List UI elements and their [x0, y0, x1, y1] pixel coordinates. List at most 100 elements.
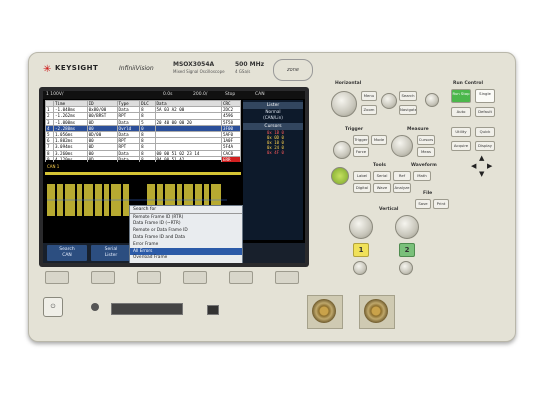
power-icon: ⏻ — [50, 303, 56, 310]
menu-item[interactable]: Remote or Data Frame ID — [130, 228, 242, 235]
section-horizontal: Horizontal — [335, 81, 362, 86]
run-stop-button[interactable]: Run Stop — [451, 89, 471, 103]
label-button[interactable]: Label — [353, 171, 371, 181]
serial-lister-table[interactable]: Time ID Type DLC Data CRC 1 -1.048ms 0x80/… — [44, 99, 242, 163]
channel-1-scale-knob[interactable] — [349, 215, 373, 239]
softkey-label-search[interactable]: Search CAN — [47, 245, 87, 261]
side-info-panel: Lister Normal (CAN/Lin) Cursors 0x 1B 0 … — [243, 100, 303, 240]
search-menu[interactable]: Search for Remote Frame ID (RTR) Data Fr… — [129, 205, 243, 263]
section-file: File — [423, 191, 433, 196]
section-trigger: Trigger — [345, 127, 364, 132]
sidepanel-title-cursors: Cursors — [243, 123, 303, 130]
status-channel: 1 100V/ — [46, 92, 64, 97]
keysight-logo-icon: ✳ — [43, 64, 52, 75]
display-bezel: 1 100V/ 0.0s 200.0/ Stop CAN Time ID Typ… — [39, 87, 309, 267]
softkey-4[interactable] — [183, 271, 207, 284]
display-button[interactable]: Display — [475, 141, 495, 151]
model-description: Mixed Signal Oscilloscope — [173, 69, 225, 74]
section-tools: Tools — [373, 163, 386, 168]
acquire-button[interactable]: Acquire — [451, 141, 471, 151]
status-timebase: 200.0/ — [193, 92, 208, 97]
navigate-down-icon[interactable]: ▼ — [479, 171, 484, 178]
math-button[interactable]: Math — [413, 171, 431, 181]
auto-scale-button[interactable]: Auto Scale — [451, 107, 471, 117]
channel-2-position-knob[interactable] — [399, 261, 413, 275]
default-setup-button[interactable]: Default Setup — [475, 107, 495, 117]
status-bar: 1 100V/ 0.0s 200.0/ Stop CAN — [43, 91, 305, 99]
section-vertical: Vertical — [379, 207, 399, 212]
print-button[interactable]: Print — [433, 199, 449, 209]
front-connector-strip: ⏻ — [29, 289, 515, 341]
analyze-button[interactable]: Analyze — [393, 183, 411, 193]
force-trigger-button[interactable]: Force — [353, 147, 369, 157]
channel-2-bnc-connector[interactable] — [364, 299, 388, 323]
menu-item[interactable]: Remote Frame ID (RTR) — [130, 214, 242, 221]
section-waveform: Waveform — [411, 163, 437, 168]
sidepanel-title-lister: Lister — [243, 102, 303, 109]
menu-item[interactable]: Data Frame ID and Data — [130, 234, 242, 241]
channel-1-position-knob[interactable] — [353, 261, 367, 275]
channel-2-button[interactable]: 2 — [399, 243, 415, 257]
oscilloscope-body: ✳ KEYSIGHT InfiniiVision MSOX3054A Mixed… — [28, 52, 516, 342]
series-name: InfiniiVision — [119, 65, 154, 72]
serial-button[interactable]: Serial — [373, 171, 391, 181]
softkey-6[interactable] — [275, 271, 299, 284]
section-run-control: Run Control — [453, 81, 484, 86]
softkey-row — [29, 271, 319, 287]
trigger-mode-button[interactable]: Mode — [371, 135, 387, 145]
status-run-mode: Stop — [225, 92, 236, 97]
entry-knob[interactable] — [331, 167, 349, 185]
zoom-button[interactable]: Zoom — [361, 105, 377, 115]
power-button[interactable]: ⏻ — [43, 297, 63, 317]
navigate-right-icon[interactable]: ▶ — [487, 163, 492, 170]
usb-port[interactable] — [207, 305, 219, 315]
trigger-button[interactable]: Trigger — [353, 135, 369, 145]
softkey-1[interactable] — [45, 271, 69, 284]
single-button[interactable]: Single — [475, 89, 495, 103]
horizontal-menu-button[interactable]: Menu — [361, 91, 377, 101]
channel-1-bnc-connector[interactable] — [312, 299, 336, 323]
trigger-level-knob[interactable] — [333, 141, 351, 159]
horizontal-position-knob[interactable] — [381, 93, 397, 109]
sample-rate-label: 4 GSa/s — [235, 69, 251, 74]
decode-value: 0x 4F 0 — [267, 150, 284, 155]
cursors-knob[interactable] — [391, 135, 413, 157]
cursors-button[interactable]: Cursors — [417, 135, 435, 145]
menu-title: Search for — [130, 206, 242, 214]
navigate-knob[interactable] — [425, 93, 439, 107]
softkey-5[interactable] — [229, 271, 253, 284]
menu-item[interactable]: Data Frame ID (~RTR) — [130, 221, 242, 228]
horizontal-scale-knob[interactable] — [331, 91, 357, 117]
menu-item[interactable]: Overload Frame — [130, 255, 242, 262]
save-button[interactable]: Save — [415, 199, 431, 209]
softkey-2[interactable] — [91, 271, 115, 284]
navigate-up-icon[interactable]: ▲ — [479, 155, 484, 162]
decode-bus-trace — [45, 172, 241, 175]
quick-action-button[interactable]: Quick Action — [475, 127, 495, 137]
digital-button[interactable]: Digital — [353, 183, 371, 193]
display-screen: 1 100V/ 0.0s 200.0/ Stop CAN Time ID Typ… — [43, 91, 305, 263]
bus-label: CAN 1 — [47, 164, 60, 169]
meas-button[interactable]: Meas — [417, 147, 435, 157]
brand-name: KEYSIGHT — [55, 64, 99, 72]
bandwidth-label: 500 MHz — [235, 61, 265, 68]
status-delay: 0.0s — [163, 92, 173, 97]
softkey-3[interactable] — [137, 271, 161, 284]
channel-2-scale-knob[interactable] — [395, 215, 419, 239]
control-panel: Horizontal Run Control Menu Zoom Search … — [325, 81, 507, 293]
menu-item-selected[interactable]: All Errors — [130, 247, 242, 255]
ground-terminal[interactable] — [91, 303, 99, 311]
navigate-button[interactable]: Navigate — [399, 105, 417, 115]
menu-item[interactable]: Error Frame — [130, 241, 242, 248]
zone-badge: zone — [273, 59, 313, 81]
model-number: MSOX3054A — [173, 61, 215, 68]
channel-1-button[interactable]: 1 — [353, 243, 369, 257]
digital-input-connector[interactable] — [111, 303, 183, 315]
navigate-left-icon[interactable]: ◀ — [471, 163, 476, 170]
softkey-label-lister[interactable]: Serial Lister — [91, 245, 131, 261]
sidepanel-protocol: (CAN/Lin) — [263, 115, 283, 120]
ref-button[interactable]: Ref — [393, 171, 411, 181]
search-button[interactable]: Search — [399, 91, 417, 101]
utility-button[interactable]: Utility — [451, 127, 471, 137]
wavegen-button[interactable]: Wave Gen — [373, 183, 391, 193]
